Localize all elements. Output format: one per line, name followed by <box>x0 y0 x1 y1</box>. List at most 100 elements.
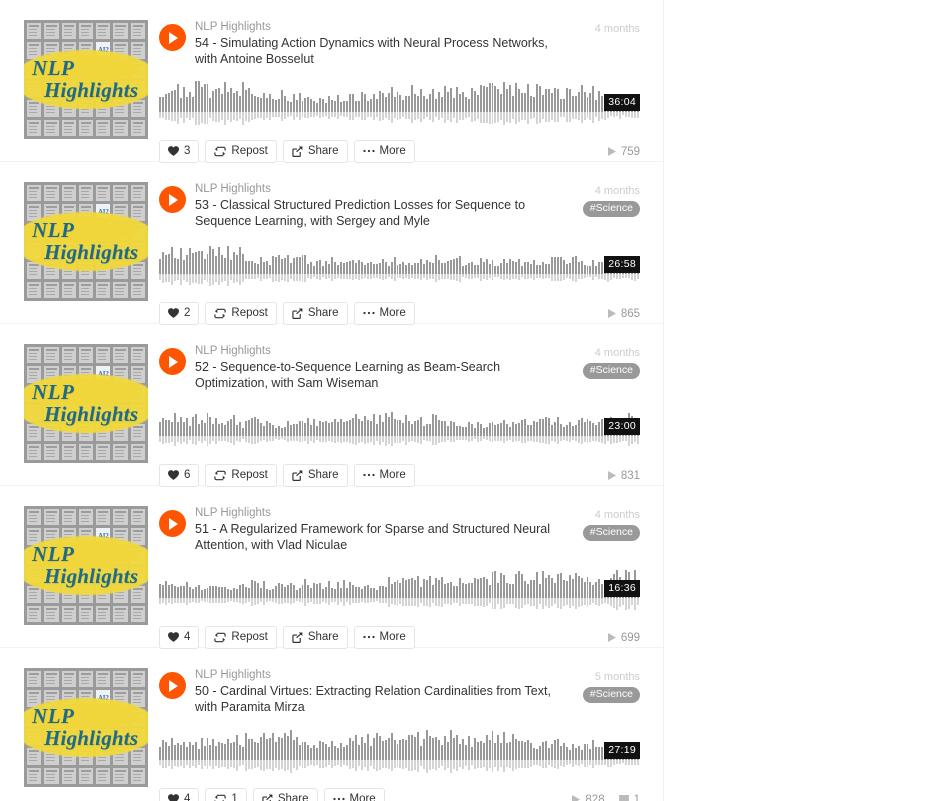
waveform-bar <box>530 566 533 614</box>
share-icon <box>292 145 303 157</box>
waveform-bar <box>256 404 259 452</box>
track-title[interactable]: 52 - Sequence-to-Sequence Learning as Be… <box>195 360 562 391</box>
track-title[interactable]: 51 - A Regularized Framework for Sparse … <box>195 522 562 553</box>
track-tag[interactable]: #Science <box>582 363 640 379</box>
waveform-bar <box>301 242 304 290</box>
waveform-bar <box>354 80 357 128</box>
share-button[interactable]: Share <box>282 302 348 325</box>
waveform-bar <box>559 80 562 128</box>
waveform-bar <box>200 728 203 776</box>
share-button[interactable]: Share <box>252 788 318 801</box>
track-artwork[interactable]: NLP Highlights <box>24 20 148 139</box>
waveform-bar <box>544 566 547 614</box>
waveform-bar <box>482 80 485 128</box>
waveform-bar <box>476 404 479 452</box>
waveform-bar <box>289 566 292 614</box>
like-button[interactable]: 2 <box>159 302 200 325</box>
waveform-bar <box>159 80 161 128</box>
track-artist[interactable]: NLP Highlights <box>195 668 562 683</box>
repost-button[interactable]: Repost <box>205 626 277 649</box>
repost-button[interactable]: Repost <box>205 302 277 325</box>
waveform-bar <box>236 242 239 290</box>
track-artist[interactable]: NLP Highlights <box>195 20 562 35</box>
more-button[interactable]: More <box>353 140 415 163</box>
waveform-bars[interactable] <box>159 404 640 452</box>
repost-button[interactable]: Repost <box>205 140 277 163</box>
waveform-bar <box>444 404 446 452</box>
track-artist[interactable]: NLP Highlights <box>195 506 562 521</box>
waveform-bar <box>340 728 343 776</box>
play-button[interactable] <box>159 510 186 537</box>
track-artist[interactable]: NLP Highlights <box>195 182 562 197</box>
waveform-bar <box>286 80 289 128</box>
track-item[interactable]: NLP Highlights NLP Highlights 51 - A Reg… <box>0 486 663 649</box>
waveform-bar <box>598 728 601 776</box>
more-button[interactable]: More <box>353 464 415 487</box>
play-button[interactable] <box>159 186 186 213</box>
play-button[interactable] <box>159 672 186 699</box>
track-artwork[interactable]: NLP Highlights <box>24 182 148 301</box>
track-item[interactable]: NLP Highlights NLP Highlights 52 - Seque… <box>0 324 663 487</box>
waveform-bar <box>221 404 224 452</box>
waveform-bar <box>203 80 206 128</box>
track-artwork[interactable]: NLP Highlights <box>24 344 148 463</box>
waveform-bar <box>494 566 497 614</box>
like-button[interactable]: 3 <box>159 140 200 163</box>
more-button[interactable]: More <box>353 626 415 649</box>
track-item[interactable]: NLP Highlights NLP Highlights 54 - Simul… <box>0 0 663 163</box>
waveform-bar <box>527 404 530 452</box>
waveform-bar <box>521 566 524 614</box>
track-artist[interactable]: NLP Highlights <box>195 344 562 359</box>
waveform-bar <box>206 80 209 128</box>
waveform-bar <box>248 80 251 128</box>
play-button[interactable] <box>159 24 186 51</box>
waveform-bars[interactable] <box>159 80 640 128</box>
more-button[interactable]: More <box>353 302 415 325</box>
waveform-bars[interactable] <box>159 728 640 776</box>
repost-button[interactable]: Repost <box>205 464 277 487</box>
waveform-bar <box>491 728 494 776</box>
waveform-bar <box>518 404 521 452</box>
track-tag[interactable]: #Science <box>582 687 640 703</box>
waveform-bar <box>271 242 274 290</box>
play-button[interactable] <box>159 348 186 375</box>
artwork-title-line1: NLP <box>32 55 75 80</box>
waveform-bar <box>304 728 307 776</box>
waveform-bar <box>533 242 536 290</box>
like-button[interactable]: 6 <box>159 464 200 487</box>
track-artwork[interactable]: NLP Highlights <box>24 668 148 787</box>
track-title[interactable]: 50 - Cardinal Virtues: Extracting Relati… <box>195 684 562 715</box>
waveform-bar <box>185 566 188 614</box>
repost-button[interactable]: 1 <box>205 788 247 801</box>
more-button[interactable]: More <box>323 788 385 801</box>
waveform-bar <box>527 566 530 614</box>
track-titles: NLP Highlights 51 - A Regularized Framew… <box>195 506 640 553</box>
track-tag[interactable]: #Science <box>582 525 640 541</box>
waveform-bar <box>218 728 221 776</box>
waveform-bars[interactable] <box>159 242 640 290</box>
waveform-bars[interactable] <box>159 566 640 614</box>
track-artwork[interactable]: NLP Highlights <box>24 506 148 625</box>
like-button[interactable]: 4 <box>159 626 200 649</box>
waveform[interactable]: 36:04 <box>159 80 640 128</box>
like-button[interactable]: 4 <box>159 788 200 801</box>
waveform[interactable]: 16:36 <box>159 566 640 614</box>
waveform-bar <box>256 566 259 614</box>
share-button[interactable]: Share <box>282 464 348 487</box>
share-button[interactable]: Share <box>282 626 348 649</box>
waveform[interactable]: 23:00 <box>159 404 640 452</box>
track-titles: NLP Highlights 54 - Simulating Action Dy… <box>195 20 640 67</box>
waveform[interactable]: 26:58 <box>159 242 640 290</box>
track-item[interactable]: NLP Highlights NLP Highlights 50 - Cardi… <box>0 648 663 801</box>
artwork-title: NLP Highlights <box>24 506 148 625</box>
share-button[interactable]: Share <box>282 140 348 163</box>
track-title[interactable]: 54 - Simulating Action Dynamics with Neu… <box>195 36 562 67</box>
waveform-bar <box>343 80 346 128</box>
track-title[interactable]: 53 - Classical Structured Prediction Los… <box>195 198 562 229</box>
track-tag[interactable]: #Science <box>582 201 640 217</box>
track-item[interactable]: NLP Highlights NLP Highlights 53 - Class… <box>0 162 663 325</box>
waveform[interactable]: 27:19 <box>159 728 640 776</box>
artwork-title-line2: Highlights <box>44 239 139 264</box>
waveform-bar <box>384 404 387 452</box>
waveform-bar <box>485 404 488 452</box>
